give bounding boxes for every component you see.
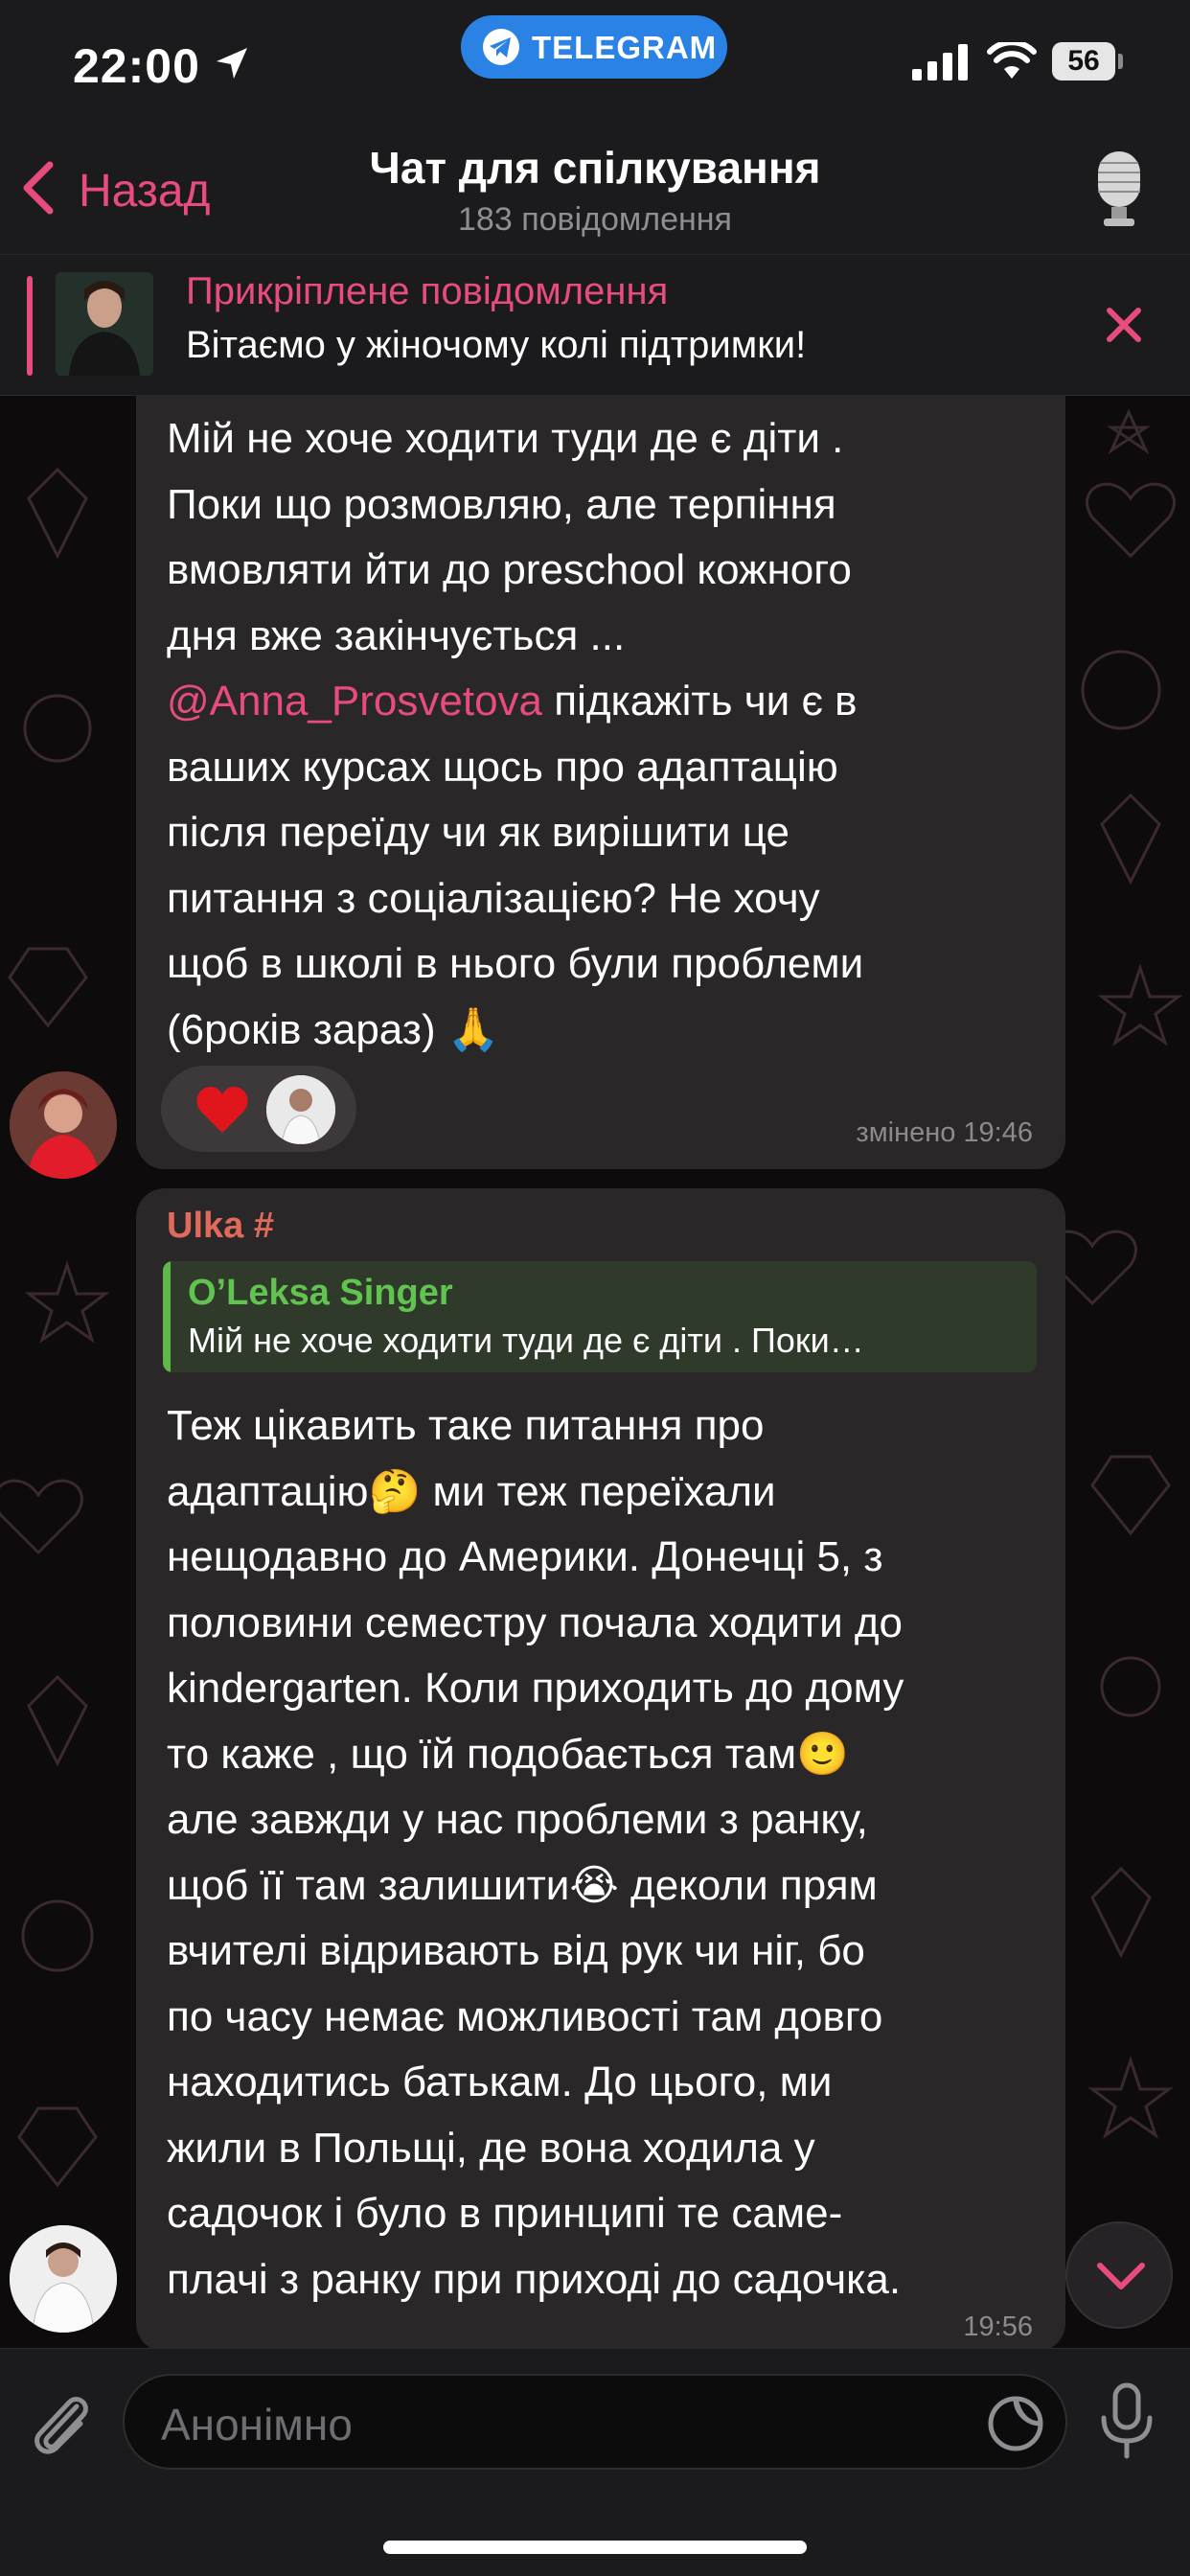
avatar[interactable] (10, 2225, 117, 2333)
pinned-thumbnail (56, 272, 153, 376)
status-bar: 22:00 TELEGRAM 56 (0, 0, 1190, 125)
message-text-part: ваших курсах щось про адаптацію після пе… (167, 743, 864, 1053)
pinned-text: Вітаємо у жіночому колі підтримки! (186, 324, 807, 366)
telegram-plane-icon (483, 29, 519, 65)
message-text-part: підкажіть чи є в (542, 678, 858, 724)
input-bar: Анонімно (0, 2348, 1190, 2576)
input-placeholder: Анонімно (161, 2400, 353, 2450)
scroll-down-button[interactable] (1065, 2221, 1173, 2329)
sticker-icon[interactable] (987, 2395, 1044, 2452)
chevron-down-icon (1097, 2263, 1145, 2289)
message-bubble[interactable]: Ulka # O’Leksa Singer Мій не хоче ходити… (136, 1188, 1065, 2352)
reactions-bar[interactable] (161, 1066, 356, 1152)
mention-link[interactable]: @Anna_Prosvetova (167, 678, 542, 724)
reply-quote[interactable]: O’Leksa Singer Мій не хоче ходити туди д… (163, 1261, 1037, 1372)
pinned-message[interactable]: Прикріплене повідомлення Вітаємо у жіноч… (0, 254, 1190, 396)
message-bubble[interactable]: Мій не хоче ходити туди де є діти . Поки… (136, 395, 1065, 1169)
reply-sender: O’Leksa Singer (188, 1273, 453, 1313)
signal-icon (912, 44, 968, 80)
heart-icon[interactable] (195, 1085, 249, 1135)
paperclip-icon[interactable] (25, 2385, 94, 2460)
message-count: 183 повідомлення (458, 201, 732, 238)
message-text-part: Мій не хоче ходити туди де є діти . Поки… (167, 415, 852, 659)
chat-header: Назад Чат для спілкування 183 повідомлен… (0, 125, 1190, 254)
avatar[interactable] (10, 1071, 117, 1179)
chat-title[interactable]: Чат для спілкування (0, 142, 1190, 194)
close-icon[interactable] (1100, 301, 1148, 349)
battery-tip (1118, 54, 1123, 69)
location-arrow-icon (217, 48, 247, 79)
message-time: 19:56 (963, 2312, 1033, 2342)
reaction-avatar (266, 1075, 335, 1144)
battery-indicator: 56 (1052, 42, 1115, 80)
pinned-indicator (27, 276, 33, 376)
pinned-title: Прикріплене повідомлення (186, 270, 669, 312)
reply-indicator (163, 1261, 171, 1372)
telegram-label: TELEGRAM (532, 30, 718, 65)
message-input[interactable]: Анонімно (123, 2374, 1067, 2470)
message-text: Теж цікавить таке питання про адаптацію🤔… (167, 1402, 904, 2303)
status-time: 22:00 (73, 39, 200, 93)
message-time: змінено 19:46 (856, 1117, 1033, 1148)
home-indicator (383, 2541, 807, 2554)
microphone-icon[interactable] (1098, 2381, 1156, 2462)
message-text: Мій не хоче ходити туди де є діти . Поки… (167, 406, 863, 1063)
wifi-icon (987, 42, 1037, 79)
reply-text: Мій не хоче ходити туди де є діти . Поки… (188, 1321, 864, 1360)
group-avatar-icon[interactable] (1083, 148, 1156, 230)
telegram-pill[interactable]: TELEGRAM (461, 15, 727, 79)
sender-name[interactable]: Ulka # (167, 1206, 274, 1247)
